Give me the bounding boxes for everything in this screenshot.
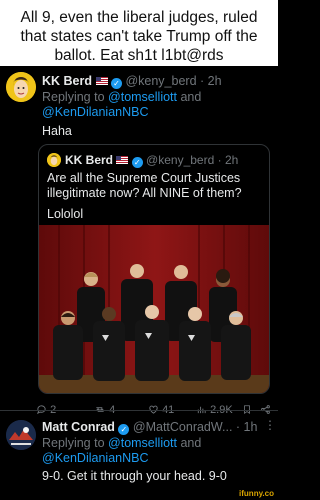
caption-line-2: that states can't take Trump off the	[20, 28, 258, 45]
us-flag-icon	[95, 77, 108, 85]
quoted-text-line-1: Are all the Supreme Court Justices	[47, 171, 241, 185]
verified-badge-icon: ✓	[131, 157, 143, 168]
quoted-header: KK Berd ✓ @keny_berd · 2h	[65, 153, 238, 168]
reply-author-handle[interactable]: @MattConradW...	[133, 420, 233, 434]
quoted-author-handle[interactable]: @keny_berd	[146, 153, 214, 167]
tweet-time[interactable]: · 2h	[200, 74, 222, 88]
tweet-header: KK Berd ✓ @keny_berd · 2h	[42, 74, 222, 89]
avatar[interactable]	[6, 72, 36, 102]
reply-time[interactable]: · 1h	[236, 420, 258, 434]
reply-header: Matt Conrad ✓ @MattConradW... · 1h	[42, 420, 257, 435]
caption-line-3: ballot. Eat sh1t l1bt@rds	[54, 47, 224, 64]
reply-author-name[interactable]: Matt Conrad	[42, 420, 115, 434]
verified-badge-icon: ✓	[110, 78, 122, 89]
tweet[interactable]: KK Berd ✓ @keny_berd · 2h Replying to @t…	[0, 66, 278, 416]
reply-text: 9-0. Get it through your head. 9-0	[42, 469, 227, 483]
mention-link[interactable]: @KenDilanianNBC	[42, 451, 149, 465]
quoted-author-name[interactable]: KK Berd	[65, 153, 113, 167]
meme-caption: All 9, even the liberal judges, ruled th…	[0, 0, 278, 66]
quoted-photo[interactable]	[39, 225, 269, 393]
us-flag-icon	[116, 156, 129, 164]
replying-prefix: Replying to	[42, 436, 105, 450]
reply-replying-to-line-2: @KenDilanianNBC	[42, 451, 149, 465]
quoted-time[interactable]: · 2h	[218, 153, 239, 167]
reply-tweet[interactable]: Matt Conrad ✓ @MattConradW... · 1h ⋮ Rep…	[0, 416, 278, 500]
quoted-text: Are all the Supreme Court Justices illeg…	[47, 171, 242, 201]
reply-avatar[interactable]	[6, 420, 36, 450]
verified-badge-icon: ✓	[118, 424, 130, 435]
mention-link[interactable]: @KenDilanianNBC	[42, 105, 149, 119]
ifunny-watermark: ifunny.co	[239, 489, 274, 498]
replying-prefix: Replying to	[42, 90, 105, 104]
replying-and: and	[180, 90, 202, 104]
quoted-avatar[interactable]	[47, 153, 61, 167]
replying-to-line-2: @KenDilanianNBC	[42, 105, 149, 119]
mention-link[interactable]: @tomselliott	[108, 90, 177, 104]
replying-to: Replying to @tomselliott and	[42, 90, 201, 104]
mention-link[interactable]: @tomselliott	[108, 436, 177, 450]
tweet-text: Haha	[42, 124, 72, 138]
quoted-text-line-2: illegitimate now? All NINE of them?	[47, 186, 242, 200]
divider	[0, 410, 278, 411]
quoted-tweet[interactable]: KK Berd ✓ @keny_berd · 2h Are all the Su…	[38, 144, 270, 394]
caption-line-1: All 9, even the liberal judges, ruled	[20, 9, 258, 26]
quoted-text-line-3: Lololol	[47, 207, 84, 221]
reply-replying-to: Replying to @tomselliott and	[42, 436, 201, 450]
author-handle[interactable]: @keny_berd	[125, 74, 196, 88]
author-name[interactable]: KK Berd	[42, 74, 92, 88]
more-options-icon[interactable]: ⋮	[264, 418, 276, 432]
replying-and: and	[180, 436, 202, 450]
